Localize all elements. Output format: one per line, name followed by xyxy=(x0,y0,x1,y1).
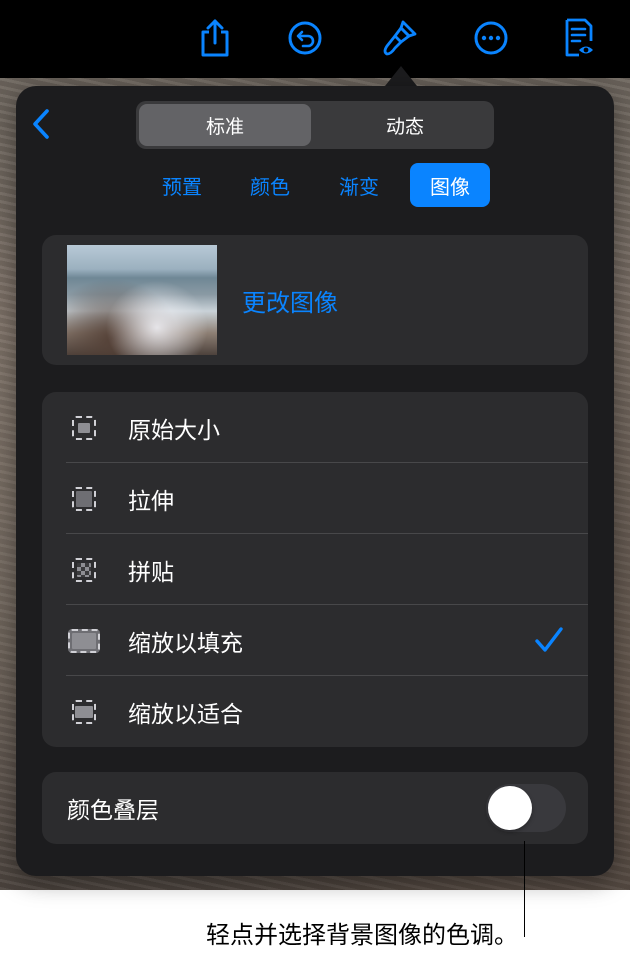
option-tile[interactable]: 拼贴 xyxy=(42,534,588,605)
share-icon[interactable] xyxy=(193,14,237,62)
option-label: 缩放以填充 xyxy=(128,630,243,657)
tab-image[interactable]: 图像 xyxy=(410,163,490,207)
toggle-knob xyxy=(488,786,532,830)
background-popover: 标准 动态 预置 颜色 渐变 图像 更改图像 原始大小 拉伸 拼贴 缩放以填充 xyxy=(16,86,614,876)
callout-caption: 轻点并选择背景图像的色调。 xyxy=(206,921,518,949)
option-label: 原始大小 xyxy=(128,417,220,444)
callout-line xyxy=(524,841,525,937)
option-label: 缩放以适合 xyxy=(128,701,243,728)
scale-options-list: 原始大小 拉伸 拼贴 缩放以填充 缩放以适合 xyxy=(42,392,588,747)
image-card: 更改图像 xyxy=(42,235,588,365)
fill-type-tabs: 预置 颜色 渐变 图像 xyxy=(16,163,614,207)
option-scale-to-fill[interactable]: 缩放以填充 xyxy=(42,605,588,676)
paintbrush-icon[interactable] xyxy=(377,14,421,62)
color-overlay-row: 颜色叠层 xyxy=(42,772,588,844)
change-image-button[interactable]: 更改图像 xyxy=(242,235,338,365)
option-stretch[interactable]: 拉伸 xyxy=(42,463,588,534)
popover-arrow xyxy=(385,66,417,86)
more-icon[interactable] xyxy=(469,14,513,62)
toolbar xyxy=(0,0,630,78)
option-label: 拼贴 xyxy=(128,559,174,586)
back-button[interactable] xyxy=(26,106,56,142)
stretch-icon xyxy=(72,487,96,511)
option-label: 拉伸 xyxy=(128,488,174,515)
tab-presets[interactable]: 预置 xyxy=(152,163,212,207)
tile-icon xyxy=(72,558,96,582)
tab-color[interactable]: 颜色 xyxy=(240,163,300,207)
undo-icon[interactable] xyxy=(283,14,327,62)
style-segmented-control: 标准 动态 xyxy=(136,101,494,149)
segment-dynamic[interactable]: 动态 xyxy=(319,104,491,146)
image-thumbnail xyxy=(67,245,217,355)
option-original-size[interactable]: 原始大小 xyxy=(42,392,588,463)
segment-standard[interactable]: 标准 xyxy=(139,104,311,146)
scale-to-fit-icon xyxy=(72,700,96,724)
color-overlay-label: 颜色叠层 xyxy=(67,798,159,824)
original-size-icon xyxy=(72,416,96,440)
reader-view-icon[interactable] xyxy=(557,14,601,62)
checkmark-icon xyxy=(535,627,563,652)
color-overlay-toggle[interactable] xyxy=(486,784,566,832)
option-scale-to-fit[interactable]: 缩放以适合 xyxy=(42,676,588,747)
chevron-left-icon xyxy=(33,109,49,139)
scale-to-fill-icon xyxy=(68,629,100,653)
tab-gradient[interactable]: 渐变 xyxy=(329,163,389,207)
